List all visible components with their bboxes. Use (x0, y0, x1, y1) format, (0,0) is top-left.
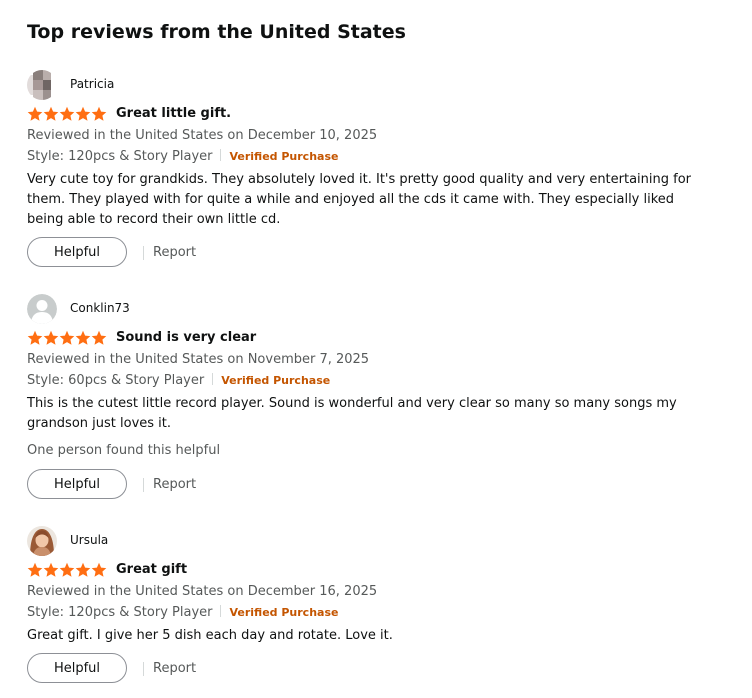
verified-purchase-badge: Verified Purchase (221, 374, 331, 387)
star-icon (43, 562, 59, 577)
star-icon (59, 562, 75, 577)
review-format-row: Style: 120pcs & Story Player Verified Pur… (27, 604, 338, 622)
divider (220, 149, 222, 161)
avatar[interactable] (27, 526, 57, 556)
star-icon (75, 330, 91, 345)
review-format-row: Style: 60pcs & Story Player Verified Purc… (27, 372, 330, 390)
divider (143, 662, 144, 676)
review-actions: Helpful Report (27, 653, 327, 685)
report-link[interactable]: Report (153, 660, 196, 678)
divider (143, 246, 144, 260)
report-link[interactable]: Report (153, 244, 196, 262)
review-date: Reviewed in the United States on Novembe… (27, 352, 370, 367)
helpful-button[interactable]: Helpful (27, 469, 127, 499)
star-icon (91, 330, 107, 345)
reviewer-profile[interactable]: Patricia (27, 68, 427, 102)
default-avatar-icon[interactable] (27, 294, 57, 324)
star-icon (43, 106, 59, 121)
verified-purchase-badge: Verified Purchase (229, 606, 339, 619)
review-date: Reviewed in the United States on Decembe… (27, 584, 378, 599)
review-style[interactable]: Style: 120pcs & Story Player (27, 605, 212, 620)
star-icon (91, 562, 107, 577)
review-style[interactable]: Style: 60pcs & Story Player (27, 373, 204, 388)
star-icon (27, 562, 43, 577)
helpful-button[interactable]: Helpful (27, 653, 127, 683)
star-icon (43, 330, 59, 345)
star-icon (27, 106, 43, 121)
verified-purchase-badge: Verified Purchase (229, 150, 339, 163)
star-icon (75, 106, 91, 121)
star-rating[interactable] (27, 106, 107, 122)
report-link[interactable]: Report (153, 476, 196, 494)
avatar[interactable] (27, 70, 57, 100)
review-body: This is the cutest little record player.… (27, 396, 677, 431)
review-style[interactable]: Style: 120pcs & Story Player (27, 149, 212, 164)
star-icon (91, 106, 107, 121)
star-icon (27, 330, 43, 345)
star-icon (59, 330, 75, 345)
helpful-button[interactable]: Helpful (27, 237, 127, 267)
review-title[interactable]: Sound is very clear (116, 329, 256, 347)
star-icon (75, 562, 91, 577)
profile-name[interactable]: Ursula (70, 532, 108, 548)
review-body: Very cute toy for grandkids. They absolu… (27, 172, 692, 227)
star-icon (59, 106, 75, 121)
divider (212, 373, 214, 385)
review-body: Great gift. I give her 5 dish each day a… (27, 628, 393, 643)
divider (143, 478, 144, 492)
profile-name[interactable]: Conklin73 (70, 300, 130, 316)
review-actions: Helpful Report (27, 469, 327, 501)
review-actions: Helpful Report (27, 237, 327, 269)
review-date: Reviewed in the United States on Decembe… (27, 128, 378, 143)
review-title[interactable]: Great gift (116, 561, 187, 579)
reviewer-profile[interactable]: Conklin73 (27, 292, 427, 326)
helpful-count: One person found this helpful (27, 443, 221, 458)
review-format-row: Style: 120pcs & Story Player Verified Pur… (27, 148, 338, 166)
section-title: Top reviews from the United States (27, 21, 406, 43)
reviewer-profile[interactable]: Ursula (27, 524, 427, 558)
profile-name[interactable]: Patricia (70, 76, 114, 92)
star-rating[interactable] (27, 330, 107, 346)
divider (220, 605, 222, 617)
review-title[interactable]: Great little gift. (116, 105, 231, 123)
star-rating[interactable] (27, 562, 107, 578)
